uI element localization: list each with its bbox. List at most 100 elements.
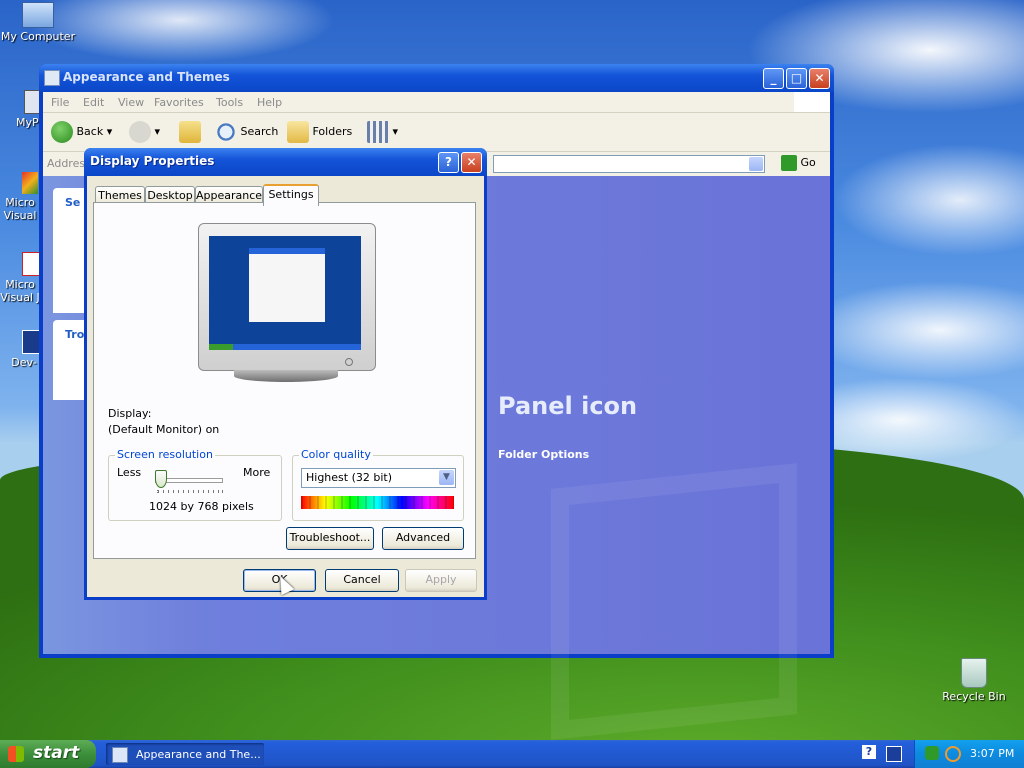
control-panel-icon [112,747,128,763]
less-label: Less [117,466,142,479]
help-tray-icon[interactable]: ? [862,745,876,759]
control-panel-icon [44,70,60,86]
address-dropdown-icon[interactable] [749,157,763,171]
forward-button[interactable]: ▾ [129,121,160,143]
up-folder-icon [179,121,201,143]
desktop-icon-label: MyP [16,116,39,129]
desktop-icon-label: Micro Visual J [0,278,40,304]
dialog-titlebar[interactable]: Display Properties ? ✕ [84,148,487,176]
display-label: Display: [108,407,152,420]
advanced-button[interactable]: Advanced [382,527,464,550]
resolution-slider-thumb[interactable] [155,470,167,488]
explorer-title: Appearance and Themes [63,70,230,84]
close-button[interactable]: ✕ [809,68,830,89]
search-label: Search [240,125,279,138]
desktop-icon-label: My Computer [0,30,76,43]
search-icon [215,121,237,143]
up-folder-button[interactable] [179,121,201,143]
windows-flag-icon [8,746,24,762]
dialog-close-button[interactable]: ✕ [461,152,482,173]
monitor-preview [198,223,376,371]
chevron-down-icon[interactable]: ▼ [439,470,454,485]
folders-icon [287,121,309,143]
back-arrow-icon [51,121,73,143]
color-quality-value: Highest (32 bit) [306,471,393,484]
color-quality-dropdown[interactable]: Highest (32 bit) ▼ [301,468,456,488]
system-tray: 3:07 PM [914,740,1024,768]
desktop-icon-recycle-bin[interactable]: Recycle Bin [936,658,1012,703]
help-button[interactable]: ? [438,152,459,173]
desktop-icon-visual-studio[interactable]: Micro Visual [0,172,40,222]
clock[interactable]: 3:07 PM [970,747,1014,760]
search-tray-icon[interactable] [945,746,961,762]
tab-settings[interactable]: Settings [263,184,319,206]
color-quality-group: Color quality Highest (32 bit) ▼ [292,448,464,521]
security-tray-icon[interactable] [925,746,939,760]
desktop-icon-visual-j[interactable]: Micro Visual J [0,252,40,304]
recycle-bin-icon [961,658,987,688]
maximize-button[interactable]: □ [786,68,807,89]
menu-favorites[interactable]: Favorites [154,96,204,109]
desktop-icon-label: Recycle Bin [942,690,1006,703]
display-properties-dialog: Display Properties ? ✕ Themes Desktop Ap… [84,148,487,600]
menu-help[interactable]: Help [257,96,282,109]
dialog-body: Themes Desktop Appearance Settings Displ… [87,176,484,597]
desktop-icon-dev[interactable]: Dev- [6,330,42,369]
menu-tools[interactable]: Tools [216,96,243,109]
power-button-icon [345,358,353,366]
visual-studio-icon [22,172,38,194]
desktop-icon-label: Dev- [11,356,37,369]
forward-arrow-icon [129,121,151,143]
more-label: More [243,466,271,479]
apply-button[interactable]: Apply [405,569,477,592]
display-value: (Default Monitor) on [108,423,220,436]
slider-ticks [157,490,223,493]
control-panel-watermark-icon [551,463,797,740]
folders-label: Folders [312,125,353,138]
menu-edit[interactable]: Edit [83,96,104,109]
preview-start-button [209,344,233,350]
troubleshoot-button[interactable]: Troubleshoot... [286,527,374,550]
color-quality-legend: Color quality [299,448,373,461]
taskbar-item-appearance[interactable]: Appearance and The... [106,743,264,765]
go-label: Go [800,156,816,169]
go-button[interactable]: Go [781,155,816,171]
visual-j-icon [22,252,40,276]
folder-options-link[interactable]: Folder Options [498,448,589,461]
screen-resolution-legend: Screen resolution [115,448,215,461]
desktop-icon-my-computer[interactable]: My Computer [0,2,76,43]
folders-button[interactable]: Folders [287,121,352,143]
address-input[interactable] [493,155,765,173]
views-icon [367,121,389,143]
minimize-button[interactable]: _ [763,68,784,89]
cancel-button[interactable]: Cancel [325,569,399,592]
start-button[interactable]: start [0,740,96,768]
desktop-icon-myp[interactable]: MyP [2,90,42,129]
settings-panel: Display: (Default Monitor) on Screen res… [93,202,476,559]
start-label: start [33,743,80,763]
back-button[interactable]: Back ▾ [51,121,112,143]
screen-resolution-group: Screen resolution Less More 1024 by 768 … [108,448,282,521]
desktop-icon-label: Micro Visual [3,196,37,222]
back-label: Back [76,125,104,138]
explorer-titlebar[interactable]: Appearance and Themes _ □ ✕ [39,64,834,92]
network-tray-icon[interactable] [886,746,902,762]
resolution-value: 1024 by 768 pixels [149,500,254,513]
menu-file[interactable]: File [51,96,69,109]
computer-icon [22,2,54,28]
pick-panel-icon-heading: Panel icon [498,392,638,420]
menubar: File Edit View Favorites Tools Help [43,92,830,113]
toolbar: Back ▾ ▾ Search Folders ▾ [43,113,830,152]
taskbar-item-label: Appearance and The... [136,748,261,761]
taskbar: start Appearance and The... ? 3:07 PM [0,740,1024,768]
preview-window [249,248,325,322]
dialog-title: Display Properties [90,154,215,168]
menu-view[interactable]: View [118,96,144,109]
troubleshooter-title: Tro [65,328,85,341]
color-spectrum-bar [301,496,454,509]
troubleshooter-pane: Tro [53,320,87,400]
monitor-stand [234,370,338,382]
search-button[interactable]: Search [215,121,278,143]
views-button[interactable]: ▾ [367,121,398,143]
task-pane: Se [53,188,87,313]
